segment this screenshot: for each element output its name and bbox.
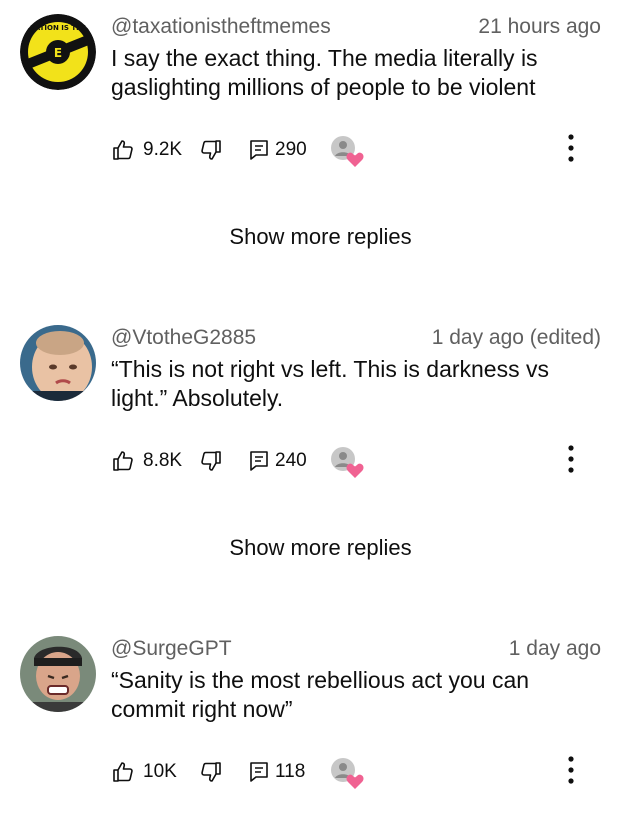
comment-author[interactable]: @VtotheG2885	[111, 325, 256, 351]
like-count: 10K	[143, 761, 177, 782]
comment-text: “Sanity is the most rebellious act you c…	[111, 667, 530, 722]
reply-count: 240	[275, 450, 307, 471]
taxation-logo-icon: E TAXATION IS THEFT	[20, 14, 96, 90]
comment-text: “This is not right vs left. This is dark…	[111, 356, 549, 411]
svg-text:E: E	[54, 46, 62, 60]
reply-icon[interactable]	[247, 138, 271, 162]
thumbs-up-icon[interactable]	[111, 760, 135, 784]
reply-icon[interactable]	[247, 449, 271, 473]
like-count: 9.2K	[143, 139, 183, 160]
comment-time: 1 day ago (edited)	[431, 326, 601, 349]
comment-time: 21 hours ago	[478, 15, 601, 38]
comment-time: 1 day ago	[508, 637, 601, 660]
reply-count: 290	[275, 139, 307, 160]
comment-actions: 10K 118	[111, 756, 631, 796]
avatar[interactable]	[20, 636, 96, 712]
comment-1: E TAXATION IS THEFT @taxationistheftmeme…	[0, 14, 641, 204]
comment-2: @VtotheG2885 1 day ago (edited) “This is…	[0, 325, 641, 515]
comment-actions: 9.2K 290	[111, 134, 631, 174]
like-count: 8.8K	[143, 450, 183, 471]
more-options-icon[interactable]	[559, 128, 583, 168]
more-options-icon[interactable]	[559, 439, 583, 479]
thumbs-down-icon[interactable]	[199, 449, 223, 473]
show-more-replies-button[interactable]: Show more replies	[0, 534, 641, 562]
baby-photo-icon	[20, 325, 96, 401]
comment-author[interactable]: @taxationistheftmemes	[111, 14, 331, 40]
show-more-replies-button[interactable]: Show more replies	[0, 223, 641, 251]
avatar[interactable]: E TAXATION IS THEFT	[20, 14, 96, 90]
creator-heart-icon	[331, 447, 364, 478]
thumbs-up-icon[interactable]	[111, 449, 135, 473]
reply-count: 118	[275, 761, 306, 782]
thumbs-up-icon[interactable]	[111, 138, 135, 162]
comment-3: @SurgeGPT 1 day ago “Sanity is the most …	[0, 636, 641, 826]
creator-heart-icon	[331, 758, 364, 789]
comment-author[interactable]: @SurgeGPT	[111, 636, 232, 662]
man-photo-icon	[20, 636, 96, 712]
svg-text:TAXATION IS THEFT: TAXATION IS THEFT	[20, 24, 96, 32]
creator-heart-icon	[331, 136, 364, 167]
comment-text: I say the exact thing. The media literal…	[111, 45, 538, 100]
thumbs-down-icon[interactable]	[199, 138, 223, 162]
more-options-icon[interactable]	[559, 750, 583, 790]
comment-actions: 8.8K 240	[111, 445, 631, 485]
avatar[interactable]	[20, 325, 96, 401]
thumbs-down-icon[interactable]	[199, 760, 223, 784]
reply-icon[interactable]	[247, 760, 271, 784]
